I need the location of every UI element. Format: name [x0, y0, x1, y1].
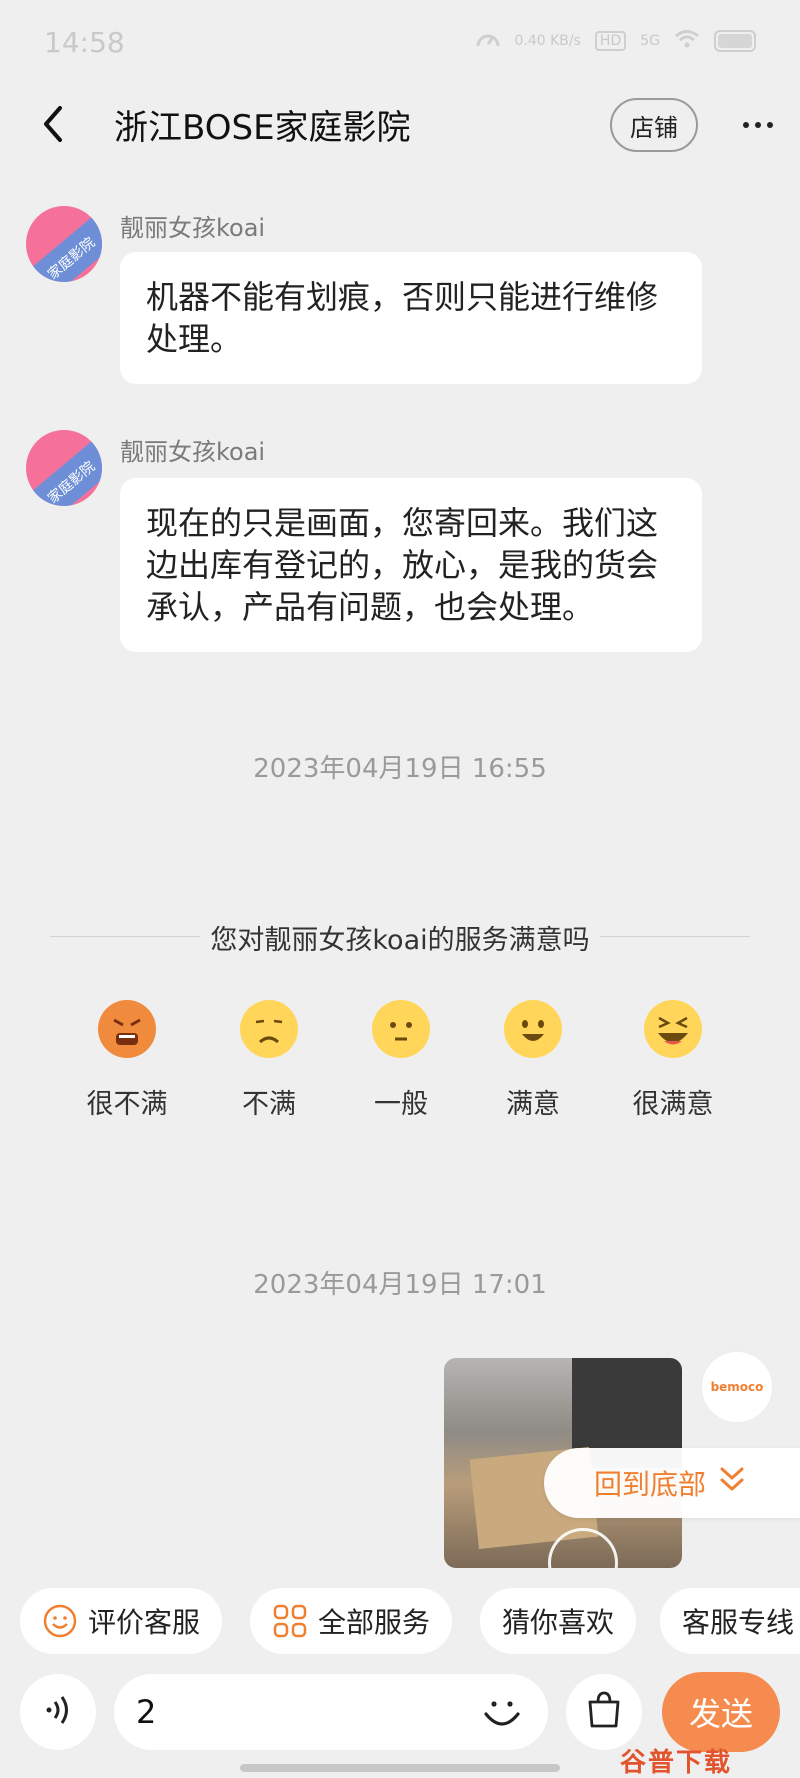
shop-avatar[interactable]: 家庭影院	[26, 430, 102, 506]
chip-all-services[interactable]: 全部服务	[250, 1588, 453, 1654]
shopping-bag-button[interactable]	[566, 1674, 642, 1750]
hd-badge: HD	[594, 31, 627, 51]
shop-avatar[interactable]: 家庭影院	[26, 206, 102, 282]
very-angry-face-icon	[98, 1000, 156, 1058]
smile-face-icon	[504, 1000, 562, 1058]
avatar-label: 家庭影院	[26, 208, 102, 282]
voice-icon	[41, 1693, 75, 1731]
speedometer-icon	[475, 28, 501, 54]
status-time: 14:58	[44, 26, 125, 59]
page-title: 浙江BOSE家庭影院	[114, 108, 411, 148]
back-arrow-icon[interactable]	[36, 104, 72, 144]
chip-label: 评价客服	[88, 1606, 201, 1639]
avatar-label: 家庭影院	[26, 432, 102, 506]
timestamp: 2023年04月19日 17:01	[253, 1270, 547, 1300]
rating-dissatisfied[interactable]: 不满	[204, 1000, 334, 1121]
sender-name: 靓丽女孩koai	[120, 214, 266, 242]
wifi-icon	[674, 29, 700, 53]
back-to-bottom-button[interactable]: 回到底部	[544, 1448, 800, 1518]
rating-satisfied[interactable]: 满意	[468, 1000, 598, 1121]
rating-very-satisfied[interactable]: 很满意	[608, 1000, 738, 1121]
chip-guess-you-like[interactable]: 猜你喜欢	[480, 1588, 637, 1654]
sad-face-icon	[240, 1000, 298, 1058]
chip-label: 全部服务	[318, 1606, 431, 1639]
status-icons: 0.40 KB/s HD 5G	[475, 28, 756, 54]
back-to-bottom-label: 回到底部	[594, 1468, 707, 1501]
chip-service-hotline[interactable]: 客服专线	[660, 1588, 800, 1654]
smiley-icon	[42, 1603, 78, 1639]
chip-label: 客服专线	[682, 1606, 795, 1639]
shopping-bag-icon	[584, 1690, 624, 1734]
my-avatar[interactable]: bemoco	[700, 1350, 774, 1424]
timestamp: 2023年04月19日 16:55	[253, 754, 547, 784]
home-indicator	[240, 1764, 560, 1772]
grid-icon	[272, 1603, 308, 1639]
watermark: 谷普下载	[620, 1748, 733, 1778]
chip-label: 猜你喜欢	[502, 1606, 615, 1639]
shop-button[interactable]: 店铺	[610, 98, 698, 152]
message-bubble[interactable]: 机器不能有划痕，否则只能进行维修处理。	[120, 252, 702, 384]
laughing-face-icon	[644, 1000, 702, 1058]
more-icon[interactable]	[740, 110, 776, 140]
sender-name: 靓丽女孩koai	[120, 438, 266, 466]
chip-rate-service[interactable]: 评价客服	[20, 1588, 223, 1654]
emoji-icon[interactable]	[476, 1686, 528, 1738]
signal-label: 5G	[640, 33, 660, 49]
rating-very-dissatisfied[interactable]: 很不满	[62, 1000, 192, 1121]
survey-title: 您对靓丽女孩koai的服务满意吗	[0, 918, 800, 957]
send-button[interactable]: 发送	[662, 1672, 780, 1752]
double-chevron-down-icon	[718, 1465, 746, 1502]
message-bubble[interactable]: 现在的只是画面，您寄回来。我们这边出库有登记的，放心，是我的货会承认，产品有问题…	[120, 478, 702, 652]
rating-neutral[interactable]: 一般	[336, 1000, 466, 1121]
net-speed: 0.40 KB/s	[514, 33, 581, 49]
neutral-face-icon	[372, 1000, 430, 1058]
battery-icon	[714, 30, 756, 52]
message-input-value: 2	[136, 1693, 157, 1731]
voice-button[interactable]	[20, 1674, 96, 1750]
